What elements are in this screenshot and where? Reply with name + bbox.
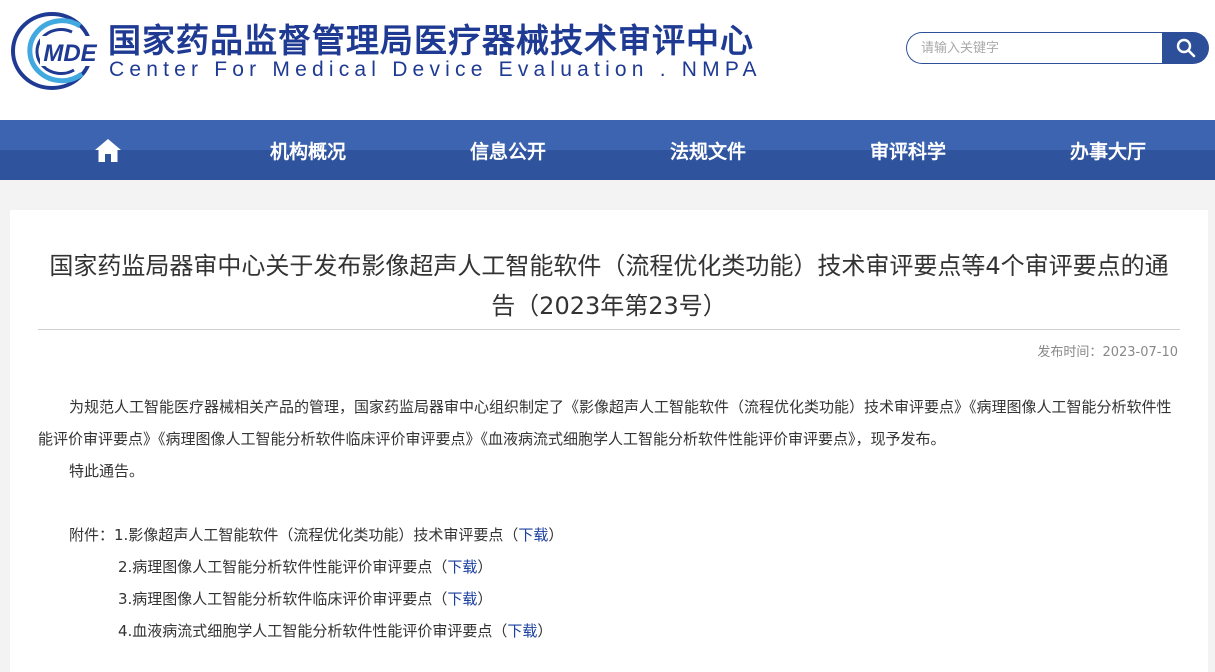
logo-text: MDE: [43, 40, 97, 67]
attachments-label: 附件：: [69, 526, 115, 544]
article-panel: 国家药监局器审中心关于发布影像超声人工智能软件（流程优化类功能）技术审评要点等4…: [10, 210, 1208, 672]
main-nav: 机构概况 信息公开 法规文件 审评科学 办事大厅: [0, 120, 1215, 180]
search-button[interactable]: [1162, 32, 1209, 64]
download-link[interactable]: 下载: [447, 558, 477, 576]
title-divider: [38, 329, 1180, 330]
publish-date-value: 2023-07-10: [1102, 345, 1178, 360]
download-link[interactable]: 下载: [447, 590, 477, 608]
attachment-title: 4.血液病流式细胞学人工智能分析软件性能评价审评要点（: [118, 622, 508, 640]
site-title-chinese: 国家药品监督管理局医疗器械技术审评中心: [108, 21, 754, 60]
search-input[interactable]: [906, 32, 1166, 64]
search-icon: [1176, 38, 1195, 58]
nav-item-service[interactable]: 办事大厅: [1043, 120, 1173, 180]
home-icon: [95, 139, 121, 162]
attachment-item: 附件：1.影像超声人工智能软件（流程优化类功能）技术审评要点（下载）: [69, 526, 564, 544]
nav-item-info[interactable]: 信息公开: [443, 120, 573, 180]
publish-label: 发布时间：: [1037, 345, 1103, 360]
attachment-title: 3.病理图像人工智能分析软件临床评价审评要点（: [118, 590, 448, 608]
article-title: 国家药监局器审中心关于发布影像超声人工智能软件（流程优化类功能）技术审评要点等4…: [49, 252, 1169, 320]
attachment-item: 3.病理图像人工智能分析软件临床评价审评要点（下载）: [118, 590, 493, 608]
download-link[interactable]: 下载: [518, 526, 548, 544]
nav-item-science[interactable]: 审评科学: [843, 120, 973, 180]
notice-text: 特此通告。: [69, 462, 145, 480]
site-title-english: Center For Medical Device Evaluation . N…: [109, 58, 762, 81]
attachment-item: 4.血液病流式细胞学人工智能分析软件性能评价审评要点（下载）: [118, 622, 553, 640]
publish-date: 发布时间：2023-07-10: [1037, 341, 1178, 360]
attachment-item: 2.病理图像人工智能分析软件性能评价审评要点（下载）: [118, 558, 493, 576]
mde-logo[interactable]: MDE: [10, 12, 100, 90]
nav-item-about[interactable]: 机构概况: [243, 120, 373, 180]
nav-home[interactable]: [58, 120, 158, 180]
article-body: 为规范人工智能医疗器械相关产品的管理，国家药监局器审中心组织制定了《影像超声人工…: [38, 398, 1172, 448]
nav-item-regulations[interactable]: 法规文件: [643, 120, 773, 180]
search-box: [906, 32, 1209, 64]
site-header: MDE 国家药品监督管理局医疗器械技术审评中心 Center For Medic…: [0, 0, 1215, 120]
attachment-title: 1.影像超声人工智能软件（流程优化类功能）技术审评要点（: [114, 526, 519, 544]
attachment-title: 2.病理图像人工智能分析软件性能评价审评要点（: [118, 558, 448, 576]
download-link[interactable]: 下载: [507, 622, 537, 640]
